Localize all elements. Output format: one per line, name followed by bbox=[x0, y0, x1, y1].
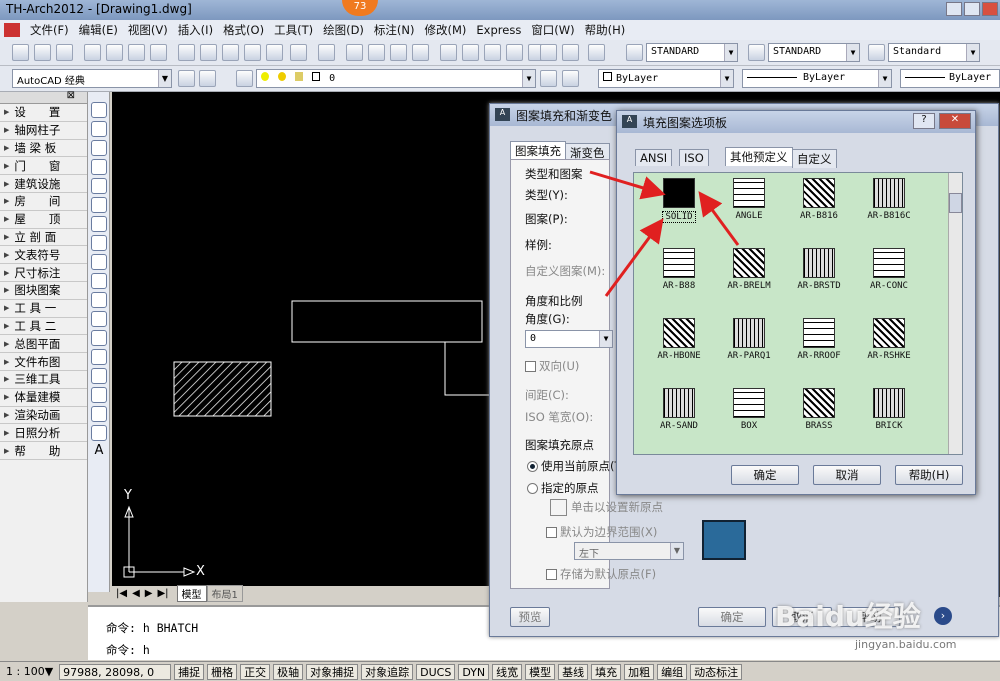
arrow-annotation bbox=[589, 170, 666, 200]
arrow-annotation bbox=[604, 218, 664, 297]
watermark-url: jingyan.baidu.com bbox=[855, 638, 957, 651]
annotation-arrows bbox=[589, 170, 740, 297]
arrow-annotation bbox=[698, 191, 740, 246]
watermark-logo: Baidu经验 bbox=[775, 600, 921, 633]
